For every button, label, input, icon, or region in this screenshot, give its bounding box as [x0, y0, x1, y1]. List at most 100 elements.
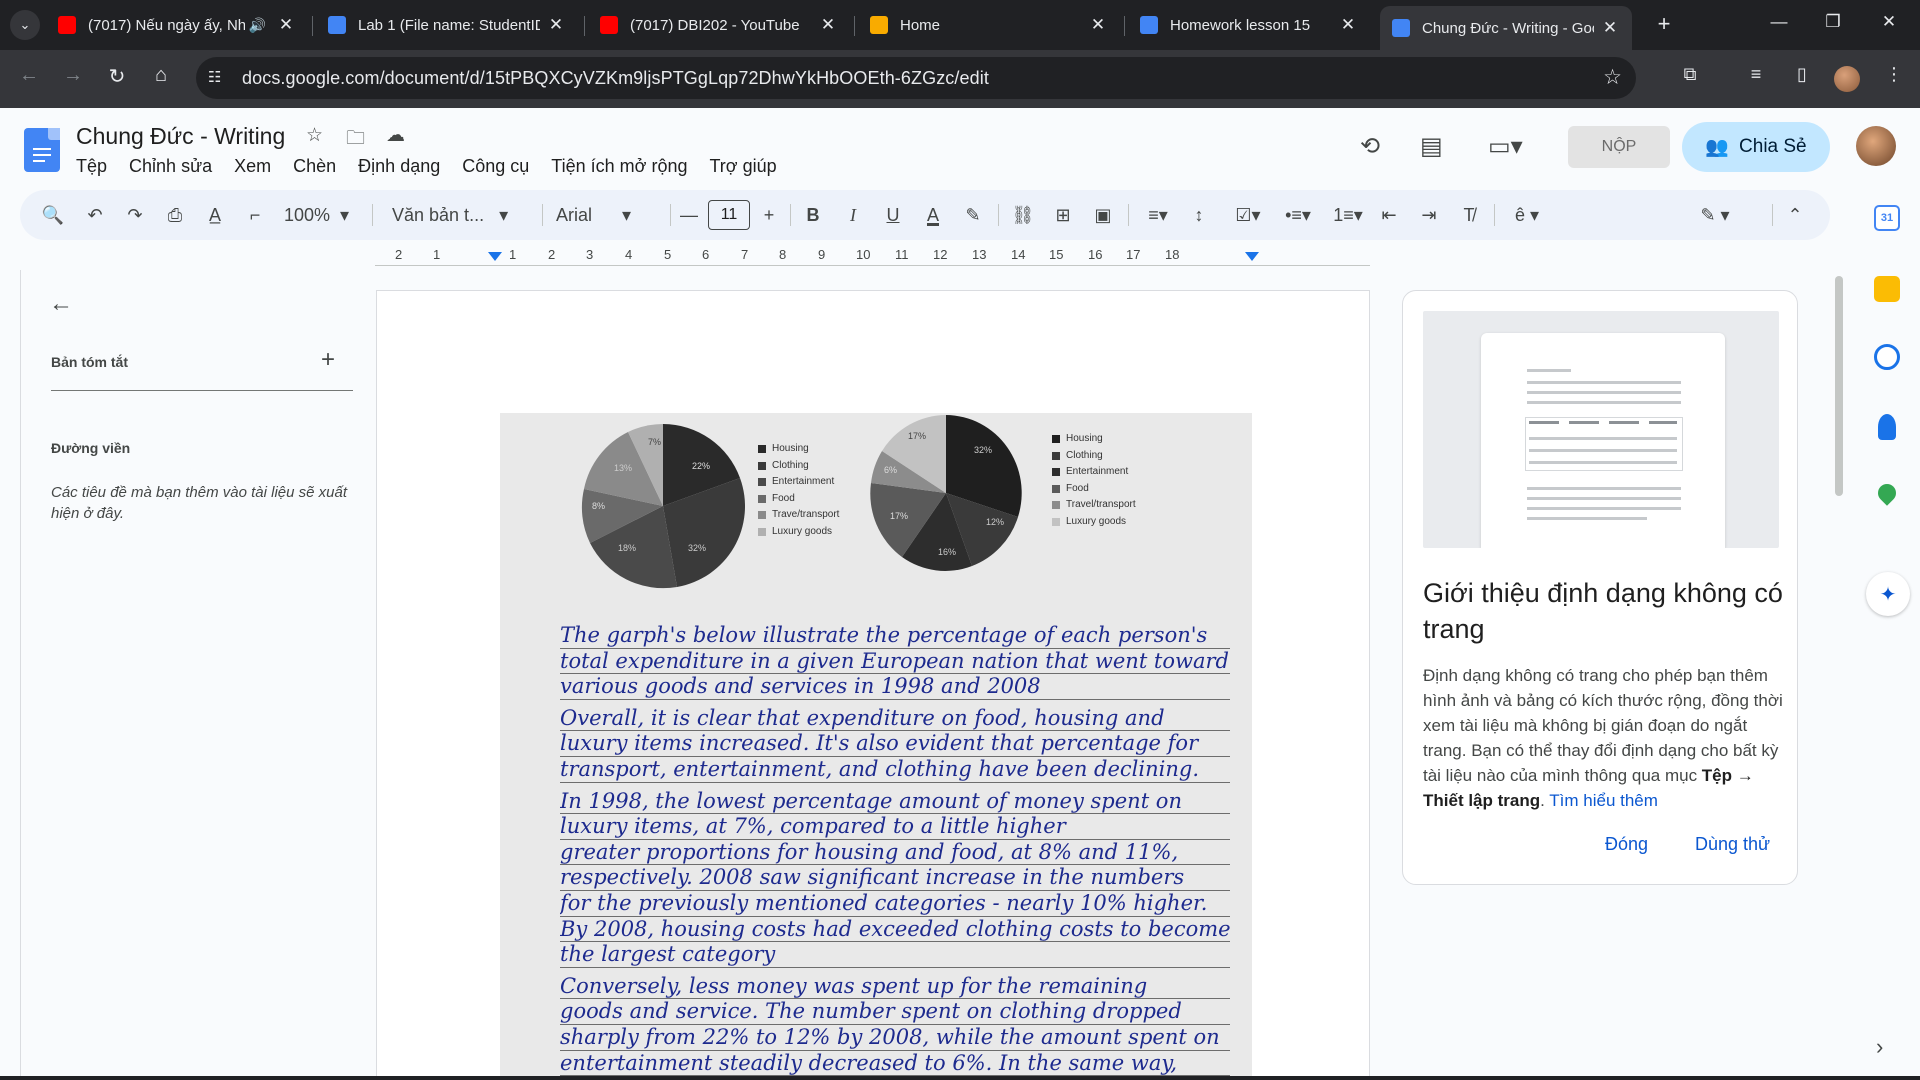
comments-icon[interactable]: ▤ — [1420, 132, 1443, 161]
media-icon[interactable]: ≡ — [1742, 64, 1770, 85]
omnibox[interactable]: ☷ docs.google.com/document/d/15tPBQXCyVZ… — [196, 57, 1636, 99]
browser-menu-icon[interactable]: ⋮ — [1880, 64, 1908, 85]
vertical-scrollbar[interactable] — [1835, 276, 1843, 496]
clear-formatting-icon[interactable]: T̸ — [1456, 201, 1482, 229]
insert-link-icon[interactable]: ⛓ — [1010, 201, 1036, 229]
close-tab-icon[interactable]: ✕ — [1600, 18, 1620, 38]
tab-docs-active[interactable]: Chung Đức - Writing - Goo ✕ — [1380, 6, 1632, 50]
submit-button[interactable]: NỘP — [1568, 126, 1670, 168]
italic-icon[interactable]: I — [840, 201, 866, 229]
menu-extensions[interactable]: Tiện ích mở rộng — [551, 156, 687, 177]
close-tab-icon[interactable]: ✕ — [546, 15, 566, 35]
audio-icon[interactable]: 🔊 — [249, 17, 266, 34]
back-icon[interactable]: ← — [14, 64, 44, 87]
print-icon[interactable]: ⎙ — [162, 201, 188, 229]
maps-icon[interactable] — [1874, 480, 1900, 506]
menu-file[interactable]: Tệp — [76, 156, 107, 177]
increase-indent-icon[interactable]: ⇥ — [1416, 201, 1442, 229]
zoom-select[interactable]: 100% ▾ — [284, 201, 364, 229]
new-tab-icon[interactable]: + — [1650, 11, 1678, 37]
contacts-icon[interactable] — [1878, 414, 1896, 440]
menu-help[interactable]: Trợ giúp — [709, 156, 776, 177]
menu-format[interactable]: Định dạng — [358, 156, 440, 177]
spellcheck-icon[interactable]: A̲ — [202, 201, 228, 229]
minimize-icon[interactable]: — — [1764, 12, 1794, 32]
align-icon[interactable]: ≡▾ — [1138, 201, 1178, 229]
close-outline-icon[interactable]: ← — [49, 290, 73, 318]
style-select[interactable]: Văn bản t... ▾ — [392, 201, 532, 229]
right-indent-marker[interactable] — [1245, 252, 1259, 261]
checklist-icon[interactable]: ☑▾ — [1226, 201, 1270, 229]
tab-search-icon[interactable]: ⌄ — [10, 10, 40, 40]
side-panel-icon[interactable]: ▯ — [1788, 64, 1816, 85]
add-comment-icon[interactable]: ⊞ — [1050, 201, 1076, 229]
menu-tools[interactable]: Công cụ — [462, 156, 529, 177]
tasks-icon[interactable] — [1874, 344, 1900, 370]
learn-more-link[interactable]: Tìm hiểu thêm — [1549, 791, 1658, 810]
reload-icon[interactable]: ↻ — [102, 64, 132, 89]
document-page[interactable]: 22% 7% 13% 8% 18% 32% Housing Clothing E… — [376, 290, 1370, 1080]
docs-logo-icon[interactable] — [24, 128, 60, 172]
close-tab-icon[interactable]: ✕ — [818, 15, 838, 35]
insert-image-icon[interactable]: ▣ — [1090, 201, 1116, 229]
close-tab-icon[interactable]: ✕ — [1338, 15, 1358, 35]
close-window-icon[interactable]: ✕ — [1874, 12, 1904, 32]
decrease-indent-icon[interactable]: ⇤ — [1376, 201, 1402, 229]
profile-avatar[interactable] — [1834, 66, 1860, 92]
document-title[interactable]: Chung Đức - Writing — [76, 123, 285, 150]
bold-icon[interactable]: B — [800, 201, 826, 229]
move-folder-icon[interactable]: 🗀 — [346, 124, 365, 156]
meet-icon[interactable]: ▭▾ — [1488, 132, 1523, 161]
redo-icon[interactable]: ↷ — [122, 201, 148, 229]
version-history-icon[interactable]: ⟲ — [1360, 132, 1380, 161]
expand-side-panel-icon[interactable]: › — [1876, 1034, 1883, 1060]
home-icon[interactable]: ⌂ — [146, 64, 176, 87]
extensions-icon[interactable]: ⧉ — [1676, 64, 1704, 85]
cloud-saved-icon[interactable]: ☁ — [386, 124, 405, 147]
ruler-mark: 1 — [433, 247, 441, 262]
tab-youtube-2[interactable]: (7017) DBI202 - YouTube ✕ — [588, 6, 850, 44]
try-pageless-button[interactable]: Dùng thử — [1695, 834, 1770, 855]
tab-youtube-1[interactable]: (7017) Nếu ngày ấy, Nh 🔊 ✕ — [46, 6, 308, 44]
search-menus-icon[interactable]: 🔍 — [40, 201, 66, 229]
close-card-button[interactable]: Đóng — [1605, 834, 1648, 855]
bulleted-list-icon[interactable]: •≡▾ — [1276, 201, 1320, 229]
bookmark-star-icon[interactable]: ☆ — [1603, 65, 1622, 90]
gemini-sparkle-icon[interactable]: ✦ — [1866, 572, 1910, 616]
account-avatar[interactable] — [1856, 126, 1896, 166]
add-summary-icon[interactable]: + — [321, 346, 335, 374]
share-button[interactable]: 👥 Chia Sẻ — [1682, 122, 1830, 172]
underline-icon[interactable]: U — [880, 201, 906, 229]
ruler-mark: 12 — [933, 247, 948, 262]
menu-insert[interactable]: Chèn — [293, 156, 336, 177]
calendar-icon[interactable]: 31 — [1874, 205, 1900, 231]
undo-icon[interactable]: ↶ — [82, 201, 108, 229]
tab-homework[interactable]: Homework lesson 15 ✕ — [1128, 6, 1370, 44]
menu-view[interactable]: Xem — [234, 156, 271, 177]
line-spacing-icon[interactable]: ↕ — [1186, 201, 1212, 229]
url-text[interactable]: docs.google.com/document/d/15tPBQXCyVZKm… — [242, 68, 989, 89]
font-select[interactable]: Arial ▾ — [556, 201, 666, 229]
highlight-icon[interactable]: ✎ — [960, 201, 986, 229]
site-info-icon[interactable]: ☷ — [208, 68, 221, 86]
menu-edit[interactable]: Chỉnh sửa — [129, 156, 212, 177]
text-color-icon[interactable]: A — [920, 201, 946, 229]
tab-home[interactable]: Home ✕ — [858, 6, 1120, 44]
close-tab-icon[interactable]: ✕ — [1088, 15, 1108, 35]
editing-mode-icon[interactable]: ✎ ▾ — [1692, 201, 1738, 229]
star-icon[interactable]: ☆ — [306, 124, 323, 147]
paint-format-icon[interactable]: ⌐ — [242, 201, 268, 229]
input-tools-icon[interactable]: ê ▾ — [1504, 201, 1550, 229]
hide-menus-icon[interactable]: ⌃ — [1782, 201, 1808, 229]
font-size-input[interactable]: 11 — [708, 200, 750, 230]
decrease-font-size-icon[interactable]: — — [676, 201, 702, 229]
tab-lab1[interactable]: Lab 1 (File name: StudentID ✕ — [316, 6, 578, 44]
forward-icon[interactable]: → — [58, 64, 88, 87]
increase-font-size-icon[interactable]: + — [756, 201, 782, 229]
handwritten-essay-photo[interactable]: 22% 7% 13% 8% 18% 32% Housing Clothing E… — [500, 413, 1252, 1080]
left-indent-marker[interactable] — [488, 252, 502, 261]
restore-icon[interactable]: ❐ — [1818, 12, 1848, 32]
keep-icon[interactable] — [1874, 276, 1900, 302]
close-tab-icon[interactable]: ✕ — [276, 15, 296, 35]
numbered-list-icon[interactable]: 1≡▾ — [1326, 201, 1370, 229]
